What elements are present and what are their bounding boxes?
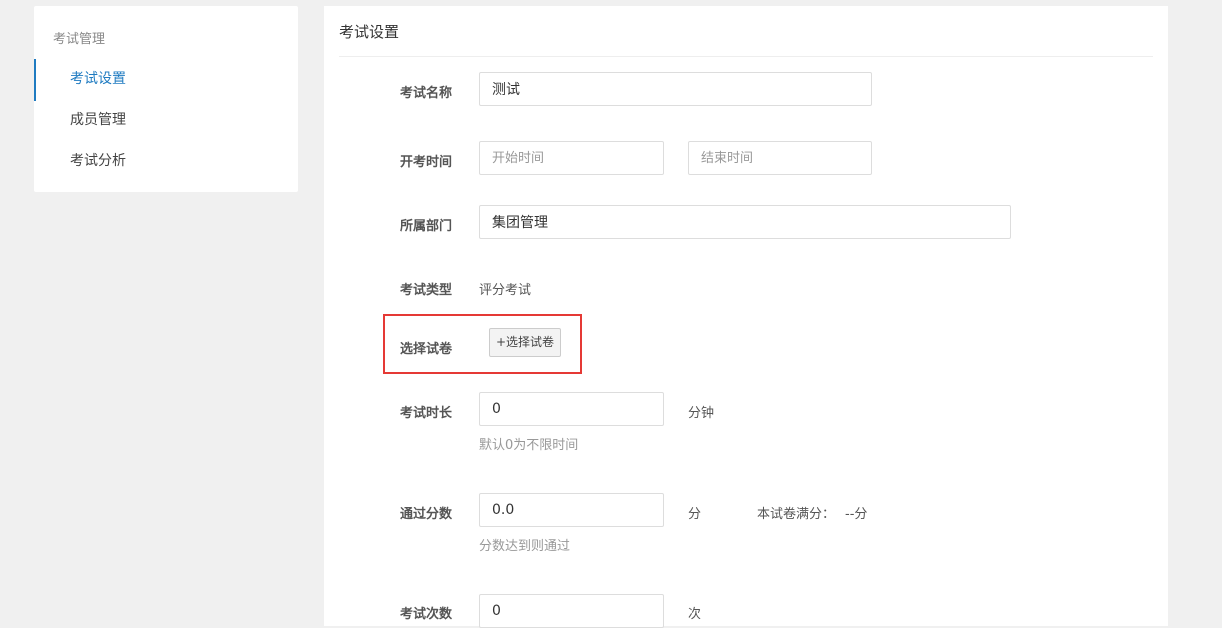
attempts-unit: 次 xyxy=(688,607,702,622)
sidebar-item-exam-settings[interactable]: 考试设置 xyxy=(34,59,298,101)
select-paper-button[interactable]: +选择试卷 xyxy=(489,328,561,357)
start-time-input[interactable] xyxy=(479,141,664,175)
sidebar: 考试管理 考试设置 成员管理 考试分析 xyxy=(34,6,298,192)
full-score-value: --分 xyxy=(845,507,868,522)
page-title: 考试设置 xyxy=(339,23,400,41)
title-divider xyxy=(339,56,1153,57)
select-paper-label: 选择试卷 xyxy=(400,342,453,357)
pass-score-input[interactable] xyxy=(479,493,664,527)
duration-input[interactable] xyxy=(479,392,664,426)
exam-type-value: 评分考试 xyxy=(479,283,532,298)
attempts-label: 考试次数 xyxy=(400,607,453,622)
duration-unit: 分钟 xyxy=(688,406,715,421)
duration-hint: 默认0为不限时间 xyxy=(479,438,579,453)
pass-score-unit: 分 xyxy=(688,507,702,522)
attempts-input[interactable] xyxy=(479,594,664,628)
exam-name-label: 考试名称 xyxy=(400,86,453,101)
end-time-input[interactable] xyxy=(688,141,872,175)
pass-score-hint: 分数达到则通过 xyxy=(479,539,571,554)
department-label: 所属部门 xyxy=(400,219,453,234)
sidebar-item-exam-analysis[interactable]: 考试分析 xyxy=(34,141,298,181)
sidebar-title: 考试管理 xyxy=(53,32,106,47)
duration-label: 考试时长 xyxy=(400,406,453,421)
exam-type-label: 考试类型 xyxy=(400,283,453,298)
department-input[interactable] xyxy=(479,205,1011,239)
main-panel: 考试设置 考试名称 开考时间 所属部门 考试类型 评分考试 选择试卷 +选择试卷… xyxy=(324,6,1168,628)
exam-time-label: 开考时间 xyxy=(400,155,453,170)
full-score-label: 本试卷满分： xyxy=(757,507,836,522)
exam-name-input[interactable] xyxy=(479,72,872,106)
sidebar-item-member-management[interactable]: 成员管理 xyxy=(34,100,298,140)
pass-score-label: 通过分数 xyxy=(400,507,453,522)
